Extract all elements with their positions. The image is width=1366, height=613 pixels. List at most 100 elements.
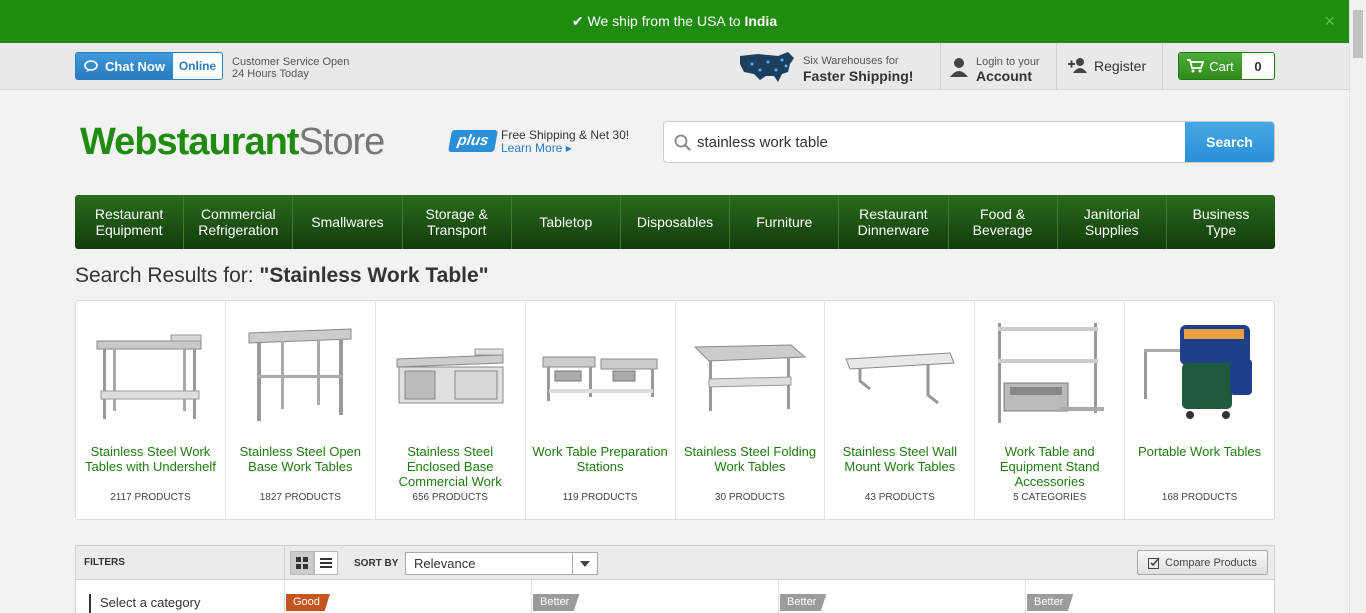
category-name: Stainless Steel Folding Work Tables xyxy=(683,444,817,474)
category-count: 5 CATEGORIES xyxy=(1013,492,1087,503)
warehouses-link[interactable]: Six Warehouses for Faster Shipping! xyxy=(738,48,938,84)
close-icon[interactable]: × xyxy=(1324,0,1335,43)
list-icon xyxy=(320,558,332,568)
main-nav: Restaurant Equipment Commercial Refrigerat… xyxy=(75,195,1275,249)
category-card[interactable]: Work Table and Equipment Stand Accessori… xyxy=(975,301,1126,519)
nav-label: Business xyxy=(1192,206,1250,222)
prep-station-image xyxy=(542,356,658,401)
cs-line2: 24 Hours Today xyxy=(232,68,309,80)
better-badge: Better xyxy=(1027,594,1074,611)
nav-label: Food & xyxy=(980,206,1026,222)
work-table-undershelf-image xyxy=(96,334,202,419)
category-card[interactable]: Work Table Preparation Stations 119 PROD… xyxy=(526,301,676,519)
select-category-filter[interactable]: Select a category xyxy=(89,594,200,613)
logo-bold: Webstaurant xyxy=(80,121,299,163)
sort-select[interactable]: Relevance xyxy=(405,552,598,575)
search-button[interactable]: Search xyxy=(1185,122,1274,162)
nav-item-restaurant-equipment[interactable]: Restaurant Equipment xyxy=(75,195,185,249)
cart-label: Cart xyxy=(1209,58,1234,74)
login-line1: Login to your xyxy=(976,56,1040,68)
filters-heading: FILTERS xyxy=(84,557,125,568)
nav-item-smallwares[interactable]: Smallwares xyxy=(293,195,403,249)
learn-more-link[interactable]: Learn More xyxy=(501,141,562,155)
warehouse-line2: Faster Shipping! xyxy=(803,68,914,84)
category-card[interactable]: Stainless Steel Work Tables with Undersh… xyxy=(76,301,226,519)
cs-line1: Customer Service Open xyxy=(232,56,350,68)
plus-badge[interactable]: plus xyxy=(448,130,498,152)
open-base-table-image xyxy=(248,328,352,421)
folding-table-image xyxy=(693,344,806,411)
nav-label: Transport xyxy=(426,222,487,238)
category-count: 30 PRODUCTS xyxy=(714,492,785,503)
portable-table-image xyxy=(1144,325,1253,419)
cart-icon xyxy=(1187,59,1205,73)
nav-item-commercial-refrigeration[interactable]: Commercial Refrigeration xyxy=(184,195,294,249)
category-count: 1827 PRODUCTS xyxy=(259,492,341,503)
category-name: Stainless Steel Enclosed Base Commercial… xyxy=(398,444,502,489)
register-link[interactable]: Register xyxy=(1068,57,1146,74)
page-scrollbar[interactable] xyxy=(1349,0,1366,613)
column-divider xyxy=(284,580,285,613)
category-card[interactable]: Stainless Steel Open Base Work Tables 18… xyxy=(226,301,376,519)
login-line2: Account xyxy=(976,68,1032,84)
plus-promo[interactable]: Free Shipping & Net 30! Learn More ▸ xyxy=(501,129,629,155)
login-account-link[interactable]: Login to your Account xyxy=(950,49,1050,85)
filter-sort-bar: FILTERS SORT BY Relevance Compare Produc… xyxy=(75,545,1275,580)
nav-label: Refrigeration xyxy=(198,222,279,238)
header-divider xyxy=(1162,43,1163,90)
list-view-button[interactable] xyxy=(314,551,338,575)
category-count: 168 PRODUCTS xyxy=(1161,492,1238,503)
category-count: 43 PRODUCTS xyxy=(864,492,935,503)
nav-item-storage-transport[interactable]: Storage & Transport xyxy=(403,195,512,249)
category-name: Work Table Preparation Stations xyxy=(532,444,668,474)
category-name: Portable Work Tables xyxy=(1138,444,1262,459)
nav-item-janitorial-supplies[interactable]: Janitorial Supplies xyxy=(1058,195,1167,249)
cart-count: 0 xyxy=(1254,58,1262,74)
grid-icon xyxy=(296,557,308,569)
category-card[interactable]: Portable Work Tables 168 PRODUCTS xyxy=(1125,301,1274,519)
nav-item-restaurant-dinnerware[interactable]: Restaurant Dinnerware xyxy=(839,195,949,249)
category-count: 656 PRODUCTS xyxy=(412,492,488,503)
category-count: 2117 PRODUCTS xyxy=(110,492,191,503)
chat-now-button[interactable]: Chat Now Online xyxy=(75,52,223,80)
category-card[interactable]: Stainless Steel Wall Mount Work Tables 4… xyxy=(825,301,976,519)
cart-button[interactable]: Cart 0 xyxy=(1178,52,1275,80)
category-card[interactable]: Stainless Steel Enclosed Base Commercial… xyxy=(376,301,526,519)
nav-label: Smallwares xyxy=(311,214,384,230)
nav-label: Supplies xyxy=(1084,222,1139,238)
better-badge: Better xyxy=(533,594,580,611)
nav-label: Dinnerware xyxy=(857,222,930,238)
results-query: "Stainless Work Table" xyxy=(259,264,489,287)
site-logo[interactable]: WebstaurantStore xyxy=(80,120,385,164)
checkbox-icon xyxy=(1148,556,1160,569)
column-divider xyxy=(531,580,532,613)
register-label: Register xyxy=(1094,58,1147,74)
nav-item-food-beverage[interactable]: Food & Beverage xyxy=(949,195,1058,249)
shipping-banner: ✔ We ship from the USA to India × xyxy=(0,0,1349,43)
category-name: Work Table and Equipment Stand Accessori… xyxy=(999,444,1100,489)
nav-item-business-type[interactable]: Business Type xyxy=(1167,195,1275,249)
nav-item-tabletop[interactable]: Tabletop xyxy=(512,195,621,249)
nav-label: Furniture xyxy=(756,214,813,230)
good-badge: Good xyxy=(286,594,330,611)
user-icon xyxy=(950,58,968,77)
search-bar: Search xyxy=(663,121,1275,163)
nav-label: Restaurant xyxy=(859,206,928,222)
wall-mount-table-image xyxy=(845,352,956,405)
chat-bubble-icon xyxy=(84,59,98,72)
compare-products-button[interactable]: Compare Products xyxy=(1137,550,1268,575)
scrollbar-thumb[interactable] xyxy=(1353,10,1363,58)
category-card[interactable]: Stainless Steel Folding Work Tables 30 P… xyxy=(676,301,826,519)
better-badge: Better xyxy=(780,594,827,611)
check-icon: ✔ xyxy=(571,13,584,29)
warehouse-line1: Six Warehouses for xyxy=(803,55,899,67)
results-prefix: Search Results for: xyxy=(75,264,260,287)
nav-item-furniture[interactable]: Furniture xyxy=(730,195,840,249)
add-user-icon xyxy=(1068,58,1087,73)
nav-label: Tabletop xyxy=(539,214,593,230)
search-input[interactable] xyxy=(697,122,1185,162)
grid-view-button[interactable] xyxy=(290,551,314,575)
column-divider xyxy=(1025,580,1026,613)
sort-by-label: SORT BY xyxy=(354,558,399,569)
nav-item-disposables[interactable]: Disposables xyxy=(621,195,731,249)
